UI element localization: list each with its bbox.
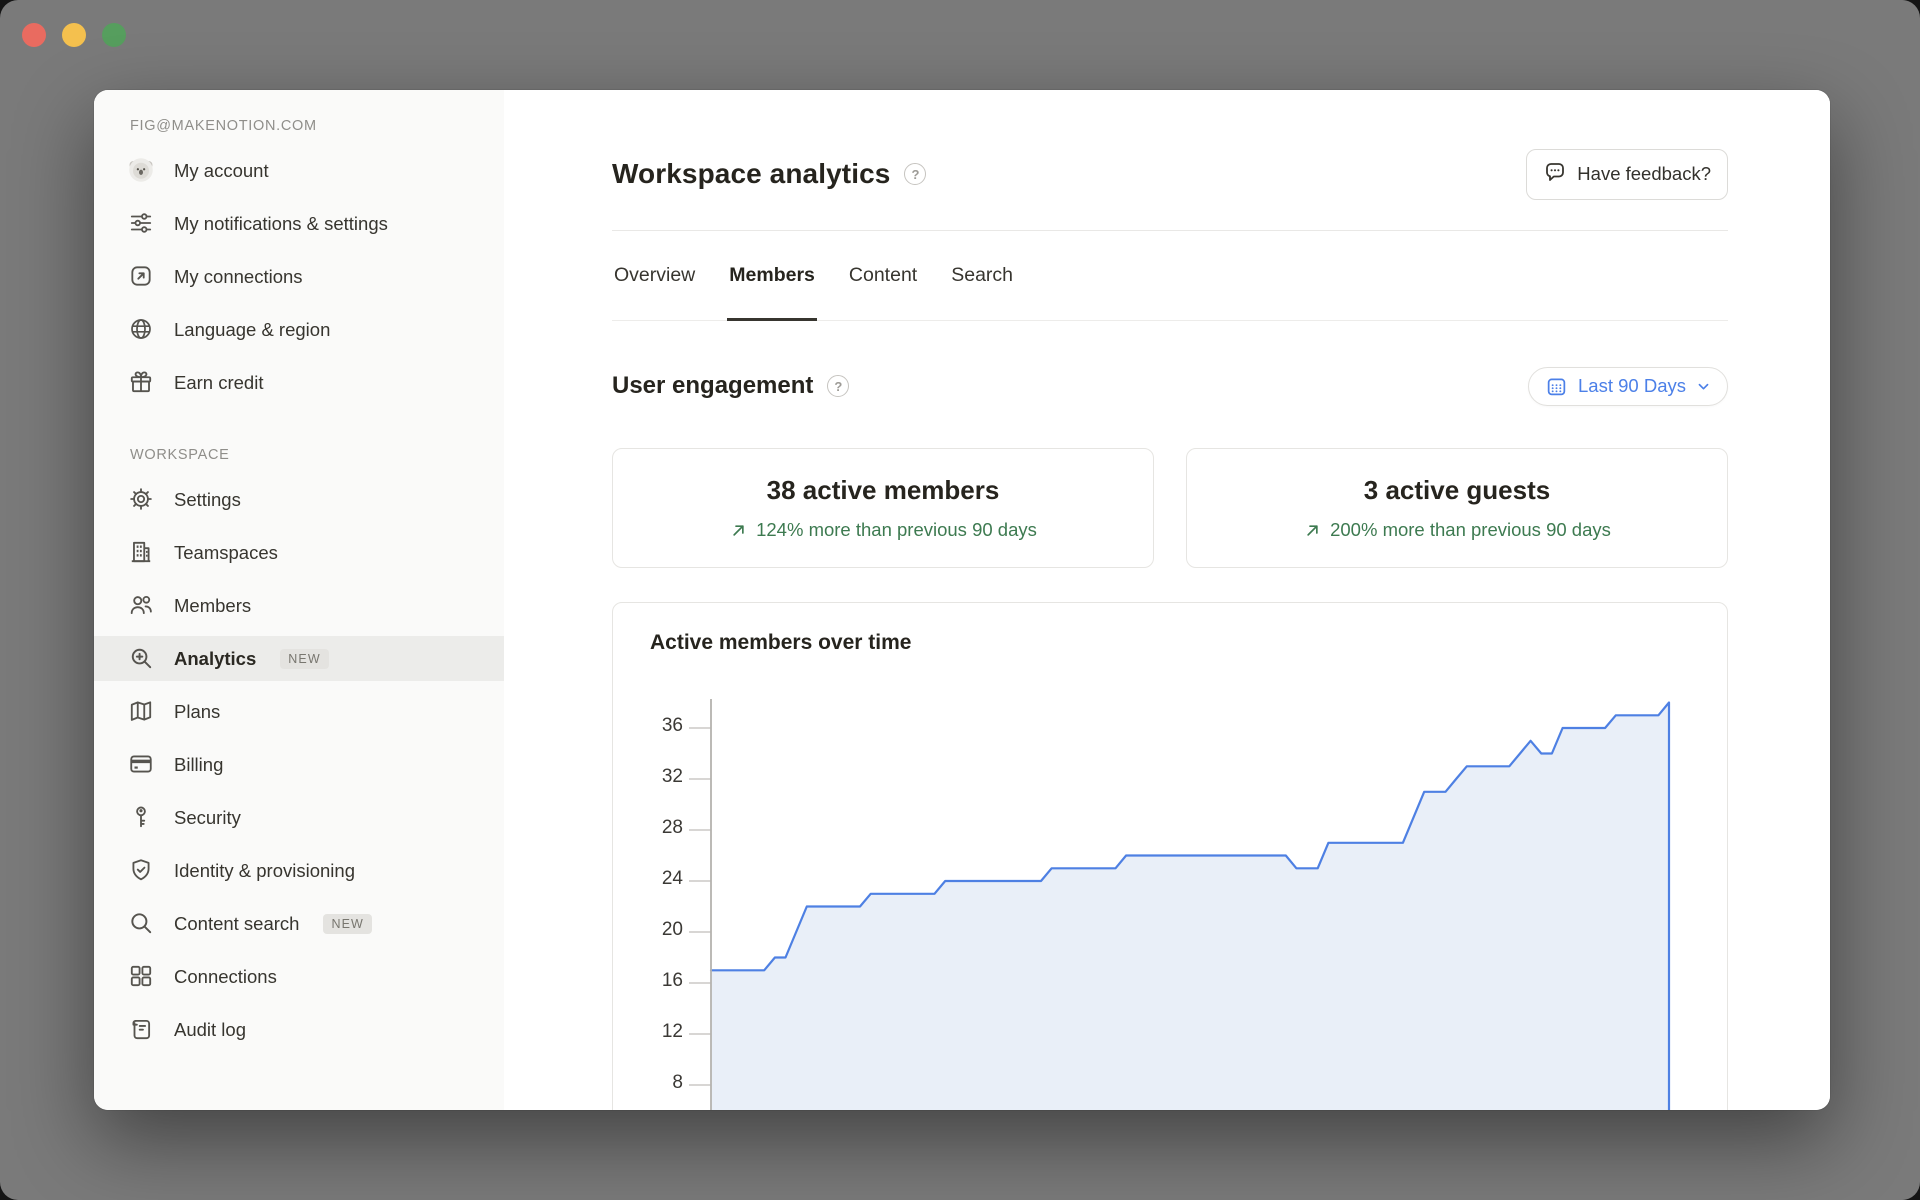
sidebar-item-label: Audit log [174, 1016, 246, 1043]
account-section: My account My notifications & settings My … [94, 148, 504, 405]
stat-delta-text: 124% more than previous 90 days [756, 519, 1037, 541]
globe-icon [128, 316, 154, 342]
active-members-area-chart [613, 691, 1727, 1110]
trend-up-arrow-icon [1303, 521, 1322, 540]
sidebar-item-label: Identity & provisioning [174, 857, 355, 884]
sidebar-item-settings[interactable]: Settings [94, 477, 504, 522]
workspace-section-label: WORKSPACE [94, 447, 504, 463]
close-button[interactable] [22, 23, 46, 47]
sidebar-item-my-account[interactable]: My account [94, 148, 504, 193]
dimmed-desktop-backdrop: FIG@MAKENOTION.COM My account My notifica… [0, 0, 1920, 1200]
have-feedback-button[interactable]: Have feedback? [1526, 149, 1728, 200]
sidebar-item-analytics[interactable]: Analytics NEW [94, 636, 504, 681]
stat-cards-row: 38 active members 124% more than previous… [612, 448, 1728, 568]
sidebar-item-members[interactable]: Members [94, 583, 504, 628]
stat-delta-text: 200% more than previous 90 days [1330, 519, 1611, 541]
minimize-button[interactable] [62, 23, 86, 47]
sidebar-item-label: Connections [174, 963, 277, 990]
stat-card-38-active-members: 38 active members 124% more than previous… [612, 448, 1154, 568]
active-members-chart-card: Active members over time 363228242016128 [612, 602, 1728, 1110]
stat-value: 3 active guests [1364, 475, 1550, 506]
sliders-icon [128, 210, 154, 236]
shield-check-icon [128, 857, 154, 883]
sidebar-item-security[interactable]: Security [94, 795, 504, 840]
sidebar-item-content-search[interactable]: Content search NEW [94, 901, 504, 946]
tab-members[interactable]: Members [727, 231, 817, 320]
sidebar-item-language-region[interactable]: Language & region [94, 307, 504, 352]
chart-title: Active members over time [650, 631, 911, 655]
help-icon[interactable]: ? [827, 375, 849, 397]
sidebar-item-label: Billing [174, 751, 223, 778]
have-feedback-label: Have feedback? [1577, 163, 1711, 185]
sidebar-item-label: Members [174, 592, 251, 619]
user-engagement-header: User engagement ? Last 90 Days [612, 366, 1728, 406]
page-header: Workspace analytics ? Have feedback? [612, 146, 1728, 202]
building-icon [128, 539, 154, 565]
sidebar-item-plans[interactable]: Plans [94, 689, 504, 734]
sidebar-item-billing[interactable]: Billing [94, 742, 504, 787]
sidebar-item-label: Analytics [174, 645, 256, 672]
sidebar-item-connections[interactable]: Connections [94, 954, 504, 999]
window-traffic-lights [22, 23, 126, 47]
sidebar-item-teamspaces[interactable]: Teamspaces [94, 530, 504, 575]
sidebar-item-audit-log[interactable]: Audit log [94, 1007, 504, 1052]
date-range-label: Last 90 Days [1578, 375, 1686, 397]
sidebar-item-identity-provisioning[interactable]: Identity & provisioning [94, 848, 504, 893]
sidebar-item-label: Security [174, 804, 241, 831]
sidebar-item-my-notifications-settings[interactable]: My notifications & settings [94, 201, 504, 246]
people-icon [128, 592, 154, 618]
page-title: Workspace analytics [612, 158, 890, 190]
new-badge: NEW [323, 914, 371, 934]
settings-dialog: FIG@MAKENOTION.COM My account My notifica… [94, 90, 1830, 1110]
gift-icon [128, 369, 154, 395]
arrow-square-out-icon [128, 263, 154, 289]
sidebar-item-label: Earn credit [174, 369, 263, 396]
analytics-tabs: Overview Members Content Search [612, 231, 1728, 321]
map-icon [128, 698, 154, 724]
stat-value: 38 active members [767, 475, 1000, 506]
section-title: User engagement [612, 372, 813, 400]
sidebar-item-label: Content search [174, 910, 299, 937]
sidebar-item-label: Teamspaces [174, 539, 278, 566]
help-icon[interactable]: ? [904, 163, 926, 185]
new-badge: NEW [280, 649, 328, 669]
chevron-down-icon [1696, 379, 1711, 394]
tab-overview[interactable]: Overview [612, 231, 697, 320]
trend-up-arrow-icon [729, 521, 748, 540]
tab-content[interactable]: Content [847, 231, 919, 320]
sidebar-item-label: My connections [174, 263, 303, 290]
sidebar-item-my-connections[interactable]: My connections [94, 254, 504, 299]
avatar-icon [128, 157, 154, 183]
sidebar-item-label: Language & region [174, 316, 330, 343]
workspace-section: Settings Teamspaces Members Analytics NEW Pla… [94, 477, 504, 1052]
zoom-button[interactable] [102, 23, 126, 47]
settings-content: Workspace analytics ? Have feedback? Ove… [504, 90, 1830, 1110]
scroll-icon [128, 1016, 154, 1042]
account-email-label: FIG@MAKENOTION.COM [94, 118, 504, 134]
sidebar-item-label: Plans [174, 698, 220, 725]
stat-card-3-active-guests: 3 active guests 200% more than previous 9… [1186, 448, 1728, 568]
credit-card-icon [128, 751, 154, 777]
speech-bubble-icon [1543, 160, 1567, 189]
gear-icon [128, 486, 154, 512]
magnifier-icon [128, 910, 154, 936]
date-range-dropdown[interactable]: Last 90 Days [1528, 367, 1728, 406]
sidebar-item-earn-credit[interactable]: Earn credit [94, 360, 504, 405]
settings-sidebar: FIG@MAKENOTION.COM My account My notifica… [94, 90, 504, 1110]
tab-search[interactable]: Search [949, 231, 1015, 320]
calendar-icon [1545, 375, 1568, 398]
sidebar-item-label: My notifications & settings [174, 210, 388, 237]
sidebar-item-label: Settings [174, 486, 241, 513]
key-icon [128, 804, 154, 830]
sidebar-item-label: My account [174, 157, 269, 184]
grid-icon [128, 963, 154, 989]
magnifier-plus-icon [128, 645, 154, 671]
